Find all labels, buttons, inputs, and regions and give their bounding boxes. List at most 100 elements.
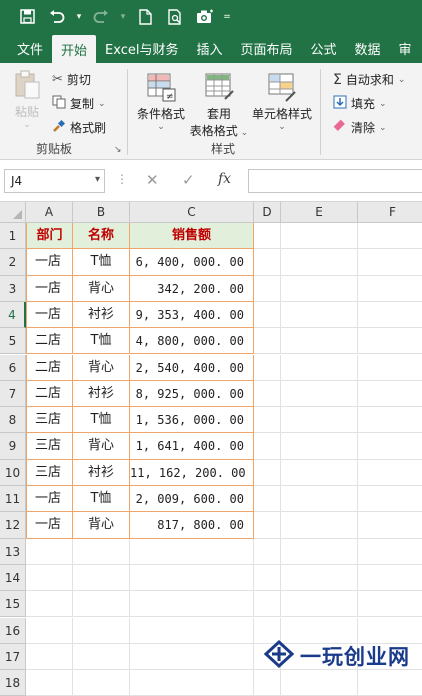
row-header[interactable]: 10 <box>0 459 26 486</box>
table-header-cell[interactable]: 部门 <box>26 223 73 250</box>
cell[interactable] <box>281 354 358 381</box>
table-cell[interactable]: T恤 <box>73 407 130 434</box>
table-cell[interactable]: 三店 <box>26 433 73 460</box>
cell[interactable] <box>358 433 422 460</box>
cell[interactable] <box>73 564 130 592</box>
table-cell[interactable]: 817, 800. 00 <box>130 512 254 539</box>
tab-home[interactable]: 开始 <box>52 35 97 63</box>
cell[interactable] <box>130 670 254 696</box>
table-cell[interactable]: 二店 <box>26 380 73 408</box>
cell[interactable] <box>281 328 358 355</box>
cell[interactable] <box>281 591 358 618</box>
cell[interactable] <box>254 223 281 250</box>
table-cell[interactable]: 背心 <box>73 433 130 460</box>
table-cell[interactable]: 4, 800, 000. 00 <box>130 328 254 355</box>
cell[interactable] <box>281 512 358 539</box>
conditional-formatting-button[interactable]: ≠ 条件格式 ⌄ <box>134 71 188 132</box>
dialog-launcher-icon[interactable]: ↘ <box>114 145 122 155</box>
row-header[interactable]: 15 <box>0 591 26 618</box>
column-header-e[interactable]: E <box>281 202 358 223</box>
table-cell[interactable]: 9, 353, 400. 00 <box>130 301 254 329</box>
column-header-f[interactable]: F <box>358 202 422 223</box>
paste-button[interactable]: 粘贴 ⌄ <box>10 69 44 130</box>
name-box[interactable]: J4 ▾ <box>4 169 105 193</box>
row-header[interactable]: 16 <box>0 617 26 644</box>
row-header[interactable]: 6 <box>0 354 26 381</box>
cell[interactable] <box>254 407 281 434</box>
cell[interactable] <box>130 617 254 644</box>
tab-insert[interactable]: 插入 <box>187 33 231 63</box>
cell[interactable] <box>26 670 73 696</box>
table-header-cell[interactable]: 销售额 <box>130 223 254 250</box>
row-header[interactable]: 4 <box>0 301 26 329</box>
table-cell[interactable]: 背心 <box>73 354 130 381</box>
tab-review[interactable]: 审 <box>390 33 421 63</box>
table-cell[interactable]: 342, 200. 00 <box>130 275 254 302</box>
insert-function-button[interactable]: fx <box>218 171 231 187</box>
cell[interactable] <box>358 591 422 618</box>
table-cell[interactable]: 三店 <box>26 407 73 434</box>
cell[interactable] <box>26 643 73 671</box>
cell[interactable] <box>26 617 73 644</box>
row-header[interactable]: 2 <box>0 249 26 276</box>
cell[interactable] <box>254 512 281 539</box>
cell[interactable] <box>358 512 422 539</box>
cell[interactable] <box>73 670 130 696</box>
cell[interactable] <box>358 381 422 408</box>
cell[interactable] <box>281 249 358 276</box>
cell[interactable] <box>130 591 254 618</box>
cell[interactable] <box>254 433 281 460</box>
cell[interactable] <box>281 407 358 434</box>
column-header-a[interactable]: A <box>26 202 73 223</box>
cell[interactable] <box>358 539 422 565</box>
cell[interactable] <box>358 276 422 302</box>
undo-icon[interactable] <box>44 4 70 30</box>
table-cell[interactable]: 1, 641, 400. 00 <box>130 433 254 460</box>
table-cell[interactable]: T恤 <box>73 328 130 355</box>
table-cell[interactable]: 三店 <box>26 459 73 486</box>
table-cell[interactable]: 背心 <box>73 512 130 539</box>
print-preview-icon[interactable] <box>162 4 188 30</box>
cell[interactable] <box>281 459 358 486</box>
table-cell[interactable]: 衬衫 <box>73 301 130 329</box>
customize-icon[interactable]: = <box>222 4 232 30</box>
cell[interactable] <box>358 407 422 434</box>
cell[interactable] <box>281 433 358 460</box>
cell[interactable] <box>281 564 358 592</box>
cut-button[interactable]: ✂ 剪切 <box>52 71 91 88</box>
cell[interactable] <box>254 459 281 486</box>
cell[interactable] <box>254 591 281 618</box>
cell[interactable] <box>254 328 281 355</box>
table-cell[interactable]: 一店 <box>26 301 73 329</box>
cell-styles-button[interactable]: 单元格样式 ⌄ <box>250 71 314 132</box>
table-cell[interactable]: 衬衫 <box>73 380 130 408</box>
table-header-cell[interactable]: 名称 <box>73 223 130 250</box>
cell[interactable] <box>358 328 422 355</box>
cell[interactable] <box>254 301 281 329</box>
table-cell[interactable]: 一店 <box>26 249 73 276</box>
row-header[interactable]: 3 <box>0 275 26 302</box>
tab-data[interactable]: 数据 <box>346 33 390 63</box>
table-cell[interactable]: 背心 <box>73 275 130 302</box>
cell[interactable] <box>73 643 130 671</box>
cell[interactable] <box>358 302 422 329</box>
cell[interactable] <box>254 538 281 565</box>
cell[interactable] <box>254 564 281 592</box>
fill-button[interactable]: 填充 ⌄ <box>333 95 387 112</box>
cell[interactable] <box>358 355 422 381</box>
table-cell[interactable]: 二店 <box>26 328 73 355</box>
cell[interactable] <box>281 380 358 408</box>
cell[interactable] <box>73 591 130 618</box>
cell[interactable] <box>254 670 281 696</box>
cell[interactable] <box>281 223 358 250</box>
cell[interactable] <box>254 486 281 513</box>
row-header[interactable]: 17 <box>0 643 26 671</box>
table-cell[interactable]: 一店 <box>26 486 73 513</box>
cell[interactable] <box>130 538 254 565</box>
camera-icon[interactable] <box>192 4 218 30</box>
cell[interactable] <box>130 643 254 671</box>
cell[interactable] <box>254 354 281 381</box>
cell[interactable] <box>281 670 358 696</box>
table-cell[interactable]: 2, 009, 600. 00 <box>130 486 254 513</box>
cell[interactable] <box>254 380 281 408</box>
